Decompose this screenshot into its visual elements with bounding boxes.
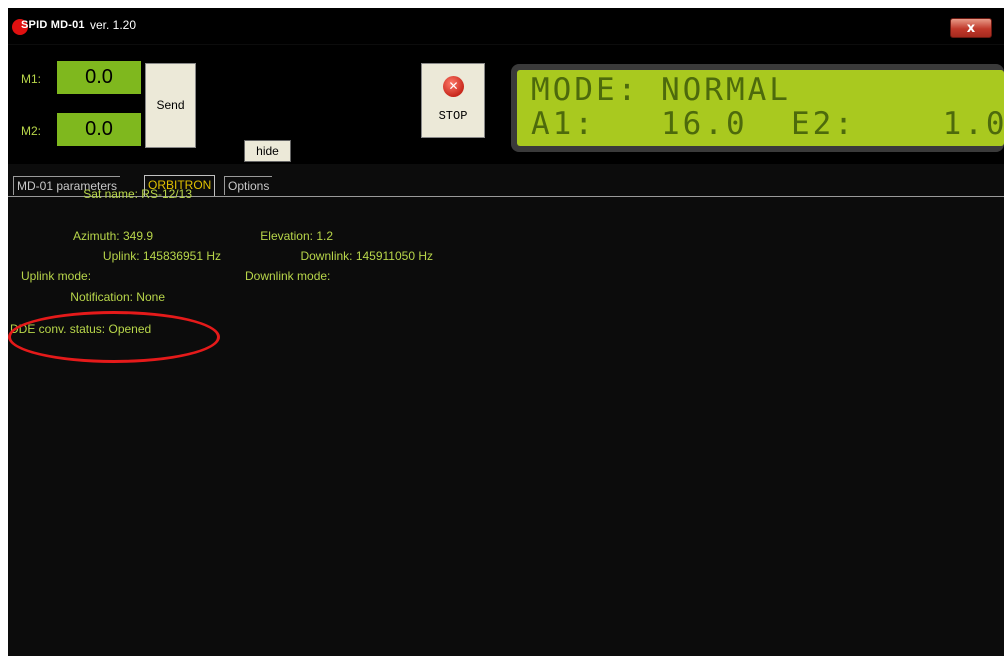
m1-label: M1: [21,72,42,86]
stop-button[interactable]: ✕ STOP [421,63,485,138]
app-brand: SPID MD-01 [21,19,85,31]
tab-options[interactable]: Options [224,176,273,195]
sat-name: Sat name: RS-12/13 [83,187,192,201]
close-button[interactable]: x [950,18,992,38]
m2-label: M2: [21,124,42,138]
m2-field[interactable]: 0.0 [57,113,141,146]
lcd-line-position: A1: 16.0 E2: 1.0 [531,106,1004,142]
stop-x-icon: ✕ [443,76,464,97]
downlink-value: Downlink: 145911050 Hz [300,249,433,263]
send-button[interactable]: Send [145,63,196,148]
lcd-line-mode: MODE: NORMAL [531,72,791,108]
stop-label: STOP [438,109,468,123]
downlink-mode: Downlink mode: [245,269,331,283]
elevation-value: Elevation: 1.2 [260,229,333,243]
app-version: ver. 1.20 [90,18,137,32]
lcd-display: MODE: NORMAL A1: 16.0 E2: 1.0 [517,70,1004,146]
control-panel: M1: 0.0 M2: 0.0 Send hide ✕ STOP MODE: N… [8,45,1004,164]
highlight-circle-annotation [8,311,220,363]
hide-button[interactable]: hide [244,140,291,162]
app-window: SPID MD-01 ver. 1.20 x M1: 0.0 M2: 0.0 S… [8,8,1004,656]
close-icon: x [966,21,976,36]
title-bar: SPID MD-01 ver. 1.20 x [8,8,1004,44]
m1-field[interactable]: 0.0 [57,61,141,94]
lcd-display-frame: MODE: NORMAL A1: 16.0 E2: 1.0 [511,64,1004,152]
uplink-mode: Uplink mode: [21,269,92,283]
notification-value: Notification: None [70,290,165,304]
